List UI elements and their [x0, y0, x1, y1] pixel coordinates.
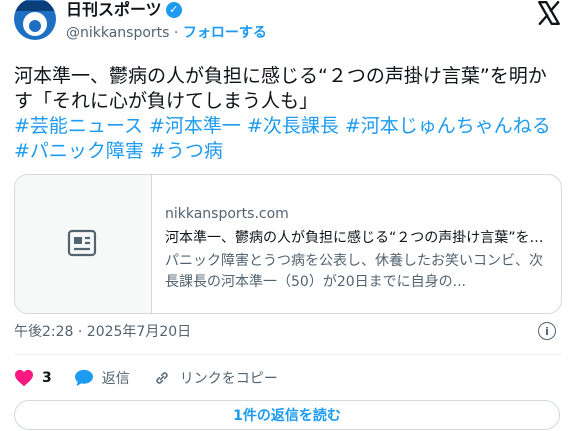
card-thumbnail	[15, 175, 152, 313]
read-replies-button[interactable]: 1件の返信を読む	[14, 400, 560, 430]
timestamp[interactable]: 午後2:28 · 2025年7月20日	[14, 322, 191, 342]
follow-button[interactable]: フォローする	[183, 25, 267, 41]
heart-icon	[15, 369, 33, 387]
display-name[interactable]: 日刊スポーツ	[66, 0, 162, 20]
hashtag[interactable]: #河本じゅんちゃんねる	[345, 115, 551, 137]
hashtag[interactable]: #パニック障害	[14, 140, 144, 162]
x-logo-icon[interactable]	[536, 0, 562, 26]
avatar-logo	[23, 12, 47, 36]
handle-row: @nikkansports · フォローする	[66, 24, 267, 42]
article-icon	[67, 229, 97, 257]
divider	[14, 354, 562, 355]
link-icon	[156, 372, 168, 384]
copy-link-label: リンクをコピー	[179, 371, 278, 387]
like-button[interactable]: 3	[14, 369, 52, 387]
avatar[interactable]	[14, 0, 56, 40]
hashtag[interactable]: #河本準一	[149, 115, 241, 137]
verified-badge-icon: ✓	[165, 2, 182, 18]
handle-separator: ·	[169, 25, 183, 41]
tweet-text: 河本準一、鬱病の人が負担に感じる“２つの声掛け言葉”を明かす「それに心が負けてし…	[14, 64, 564, 164]
hashtag-list: #芸能ニュース #河本準一 #次長課長 #河本じゅんちゃんねる #パニック障害 #うつ病	[14, 115, 557, 162]
reply-button[interactable]: 返信	[74, 368, 130, 388]
hashtag[interactable]: #芸能ニュース	[14, 115, 143, 137]
reply-bubble-icon	[74, 369, 93, 387]
copy-link-button[interactable]: リンクをコピー	[152, 368, 278, 388]
card-domain: nikkansports.com	[165, 206, 289, 222]
info-icon[interactable]: i	[538, 322, 556, 340]
card-title: 河本準一、鬱病の人が負担に感じる“２つの声掛け言葉”を明かす「それに心が負けてし…	[165, 230, 549, 246]
account-name-row: 日刊スポーツ ✓	[66, 0, 182, 20]
tweet-body: 河本準一、鬱病の人が負担に感じる“２つの声掛け言葉”を明かす「それに心が負けてし…	[14, 65, 547, 112]
link-card[interactable]: nikkansports.com 河本準一、鬱病の人が負担に感じる“２つの声掛け…	[14, 174, 562, 314]
card-description: パニック障害とうつ病を公表し、休養したお笑いコンビ、次長課長の河本準一（50）が…	[165, 253, 543, 290]
hashtag[interactable]: #うつ病	[150, 140, 223, 162]
reply-label: 返信	[101, 371, 130, 387]
action-bar: 3 返信 リンクをコピー	[14, 368, 300, 388]
hashtag[interactable]: #次長課長	[247, 115, 339, 137]
like-count: 3	[42, 370, 52, 386]
handle[interactable]: @nikkansports	[66, 25, 169, 41]
avatar-band	[14, 1, 56, 11]
